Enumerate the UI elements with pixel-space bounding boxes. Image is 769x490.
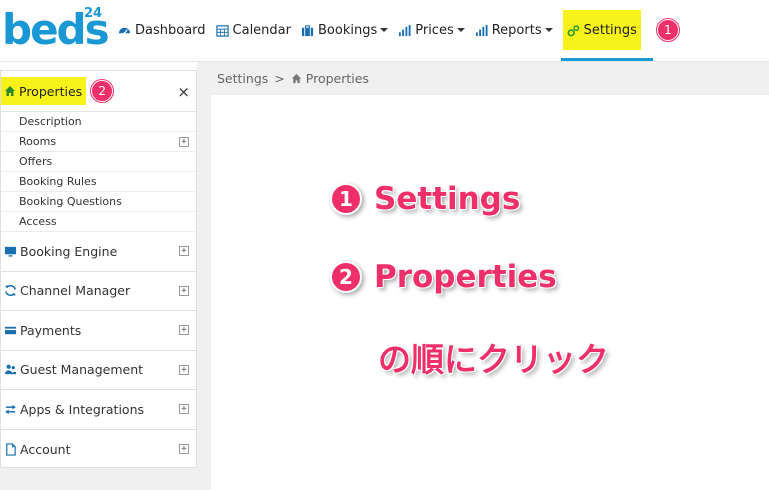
expand-icon[interactable]: +: [179, 246, 189, 257]
beds24-logo[interactable]: beds 24: [2, 4, 110, 56]
gutter: [197, 62, 211, 490]
breadcrumb-properties: Properties: [305, 71, 369, 86]
nav-calendar-label: Calendar: [232, 22, 291, 38]
gears-icon: [567, 24, 579, 36]
sidebar-item-rooms[interactable]: Rooms +: [1, 132, 196, 152]
calendar-icon: [215, 24, 229, 37]
nav-calendar[interactable]: Calendar: [215, 0, 291, 60]
expand-icon[interactable]: +: [179, 136, 189, 147]
expand-icon[interactable]: +: [179, 325, 189, 336]
instruction-text: Settings: [374, 181, 521, 217]
step-2-badge: 2: [91, 80, 114, 102]
step-number-badge: 1: [330, 183, 362, 215]
breadcrumb-separator: >: [274, 71, 285, 86]
breadcrumb: Settings > Properties: [211, 62, 769, 95]
sidebar-item-label: Rooms: [19, 135, 57, 148]
nav-dashboard[interactable]: Dashboard: [118, 0, 206, 60]
instruction-text: の順にクリック: [378, 340, 609, 379]
step-number-badge: 2: [330, 261, 362, 293]
nav-dashboard-label: Dashboard: [135, 22, 206, 38]
main-nav: Dashboard Calendar Bookings Prices Repor…: [118, 0, 679, 61]
sidebar-section-account[interactable]: Account +: [1, 430, 196, 470]
sidebar-item-offers[interactable]: Offers: [1, 152, 196, 172]
bar-chart-icon: [475, 24, 488, 36]
sidebar-item-label: Booking Questions: [19, 195, 122, 208]
nav-bookings[interactable]: Bookings: [301, 0, 389, 60]
sidebar-section-label: Apps & Integrations: [20, 401, 145, 417]
step-1-badge: 1: [656, 19, 679, 41]
nav-prices-label: Prices: [415, 22, 454, 38]
nav-settings-label: Settings: [583, 22, 637, 38]
sidebar-item-label: Offers: [19, 155, 53, 168]
instruction-step-2: 2 Properties: [330, 259, 557, 295]
users-icon: [4, 364, 17, 375]
briefcase-icon: [301, 24, 314, 36]
sidebar-item-description[interactable]: Description: [1, 112, 196, 132]
nav-settings-wrap: Settings: [560, 0, 653, 61]
sidebar-item-label: Booking Rules: [19, 175, 97, 188]
expand-icon[interactable]: +: [179, 444, 189, 455]
sidebar-header: Properties 2 ×: [1, 71, 196, 112]
expand-icon[interactable]: +: [179, 285, 189, 296]
sidebar-item-booking-questions[interactable]: Booking Questions: [1, 192, 196, 212]
sidebar-section-label: Channel Manager: [20, 283, 131, 299]
home-icon: [5, 86, 15, 96]
sidebar-section-payments[interactable]: Payments +: [1, 311, 196, 351]
close-icon[interactable]: ×: [177, 83, 190, 101]
caret-down-icon: [544, 28, 553, 32]
caret-down-icon: [456, 28, 465, 32]
bar-chart-icon: [399, 24, 411, 36]
sidebar-item-booking-rules[interactable]: Booking Rules: [1, 172, 196, 192]
sidebar-section-guest-management[interactable]: Guest Management +: [1, 351, 196, 390]
sidebar-section-label: Booking Engine: [20, 243, 118, 259]
monitor-icon: [4, 246, 17, 257]
sidebar-section-label: Guest Management: [20, 362, 144, 378]
sidebar-section-booking-engine[interactable]: Booking Engine +: [1, 232, 196, 272]
sidebar-item-access[interactable]: Access: [1, 212, 196, 232]
nav-reports-label: Reports: [491, 22, 542, 38]
exchange-icon: [5, 404, 16, 414]
home-icon: [291, 73, 301, 84]
expand-icon[interactable]: +: [179, 404, 189, 415]
sidebar: Properties 2 × Description Rooms + Offers…: [0, 70, 197, 468]
sidebar-bottom-gap: [0, 468, 211, 490]
nav-reports[interactable]: Reports: [475, 0, 553, 60]
instruction-step-3: の順にクリック: [378, 333, 609, 381]
logo-number: 24: [84, 6, 103, 21]
sidebar-item-label: Description: [19, 115, 82, 128]
document-icon: [6, 443, 16, 456]
sidebar-section-label: Account: [20, 441, 71, 457]
dashboard-icon: [118, 27, 131, 34]
sidebar-item-label: Access: [19, 215, 57, 228]
instruction-text: Properties: [374, 259, 557, 295]
sidebar-section-channel-manager[interactable]: Channel Manager +: [1, 272, 196, 311]
expand-icon[interactable]: +: [179, 364, 189, 375]
sidebar-section-apps-integrations[interactable]: Apps & Integrations +: [1, 390, 196, 430]
instruction-step-1: 1 Settings: [330, 181, 520, 217]
sidebar-item-properties[interactable]: Properties: [1, 77, 87, 105]
sidebar-title-label: Properties: [19, 83, 83, 99]
sidebar-section-label: Payments: [20, 322, 82, 338]
caret-down-icon: [380, 28, 389, 32]
breadcrumb-settings[interactable]: Settings: [217, 71, 268, 86]
credit-card-icon: [4, 326, 17, 334]
active-tab-underline: [560, 58, 653, 61]
refresh-icon: [4, 285, 17, 297]
nav-settings[interactable]: Settings: [562, 10, 641, 50]
nav-prices[interactable]: Prices: [398, 0, 465, 60]
nav-bookings-label: Bookings: [318, 22, 378, 38]
top-navbar: beds 24 Dashboard Calendar Bookings Pric…: [0, 0, 769, 62]
